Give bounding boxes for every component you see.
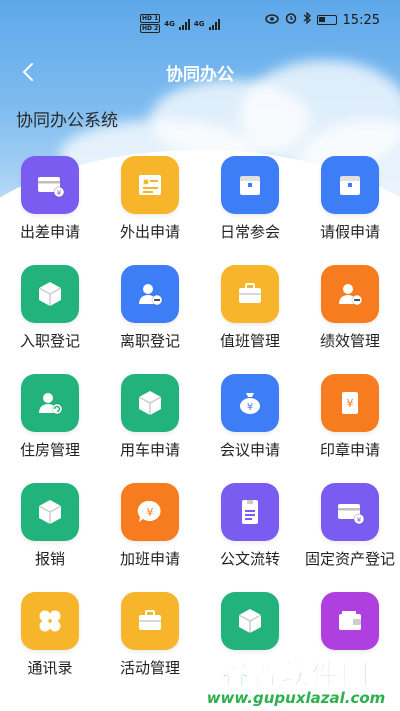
app-tile[interactable]: ¥ 会议申请 [200,374,300,483]
svg-text:¥: ¥ [357,516,362,524]
app-tile-label: 活动管理 [119,659,180,677]
app-tile[interactable] [300,592,400,701]
page-title: 协同办公 [166,64,234,85]
cube-icon [21,483,79,541]
network-type-2: 4G [193,19,205,28]
network-type-1: 4G [164,19,175,28]
box-calendar-icon [321,156,379,214]
cube-icon [221,592,279,650]
signal-1-icon [178,18,190,30]
svg-text:¥: ¥ [347,397,354,410]
yen-bubble-icon: ¥ [121,483,179,541]
section-title: 协同办公系统 [16,111,118,131]
cube-icon [21,265,79,323]
hd1-badge: HD 1 [140,14,161,23]
app-tile-label: 通讯录 [27,659,73,677]
app-tile-label: 会议申请 [219,441,280,459]
app-tile-label: 出差申请 [19,223,80,241]
app-tile[interactable]: ¥ 加班申请 [100,483,200,592]
app-tile[interactable]: 公文流转 [200,483,300,592]
money-bag-icon: ¥ [221,374,279,432]
user-minus-icon [321,265,379,323]
app-tile-label: 外出申请 [119,223,180,241]
app-tile-label: 值班管理 [219,332,280,350]
user-minus-icon [121,265,179,323]
app-tile-label: 公文流转 [219,550,280,568]
app-tile[interactable]: 报销 [0,483,100,592]
app-tile-label: 离职登记 [119,332,180,350]
navigation-bar: 协同办公 [0,52,400,92]
user-refresh-icon [21,374,79,432]
back-button[interactable] [16,60,40,84]
document-tag-icon [221,483,279,541]
wallet-icon [321,592,379,650]
app-tile-label: 绩效管理 [319,332,380,350]
app-tile-label: 日常参会 [219,223,280,241]
id-card-icon [121,156,179,214]
card-yen-icon: ¥ [321,483,379,541]
status-time: 15:25 [342,12,380,28]
app-tile-label: 固定资产登记 [304,550,395,568]
hd2-badge: HD 2 [140,24,161,33]
cube-icon [121,374,179,432]
svg-text:¥: ¥ [247,402,253,413]
app-tile[interactable]: ¥ 印章申请 [300,374,400,483]
eye-icon [264,13,279,28]
signal-2-icon [208,18,220,30]
bluetooth-icon [303,11,311,28]
app-tile-label: 加班申请 [119,550,180,568]
briefcase-icon [121,592,179,650]
status-bar: HD 1 HD 2 4G 4G 15:25 [0,0,400,40]
app-tile[interactable]: 活动管理 [100,592,200,701]
app-tile-label: 入职登记 [19,332,80,350]
app-tile[interactable]: 外出申请 [100,156,200,265]
app-tile-label: 印章申请 [319,441,380,459]
app-tile[interactable]: 日常参会 [200,156,300,265]
app-tile-label: 报销 [34,550,65,568]
yen-note-icon: ¥ [321,374,379,432]
alarm-icon [285,12,297,28]
app-tile[interactable] [200,592,300,701]
svg-text:¥: ¥ [57,189,62,197]
app-tile[interactable]: 绩效管理 [300,265,400,374]
battery-icon [316,15,337,25]
app-grid: ¥ 出差申请 外出申请 日常参会 请假申请入职登记 离职登记 值班管理 绩效管理住房管理 用车申… [0,156,400,701]
card-yen-icon: ¥ [21,156,79,214]
app-tile[interactable]: 住房管理 [0,374,100,483]
briefcase-icon [221,265,279,323]
app-tile-label: 住房管理 [19,441,80,459]
app-tile[interactable]: 请假申请 [300,156,400,265]
app-tile[interactable]: 入职登记 [0,265,100,374]
app-tile[interactable]: ¥ 出差申请 [0,156,100,265]
app-tile[interactable]: 通讯录 [0,592,100,701]
app-tile[interactable]: 值班管理 [200,265,300,374]
app-tile[interactable]: 离职登记 [100,265,200,374]
app-tile-label: 用车申请 [119,441,180,459]
svg-text:¥: ¥ [147,506,154,519]
app-tile-label: 请假申请 [319,223,380,241]
clover-icon [21,592,79,650]
box-calendar-icon [221,156,279,214]
chevron-left-icon [22,63,33,81]
app-tile[interactable]: ¥ 固定资产登记 [300,483,400,592]
app-tile[interactable]: 用车申请 [100,374,200,483]
